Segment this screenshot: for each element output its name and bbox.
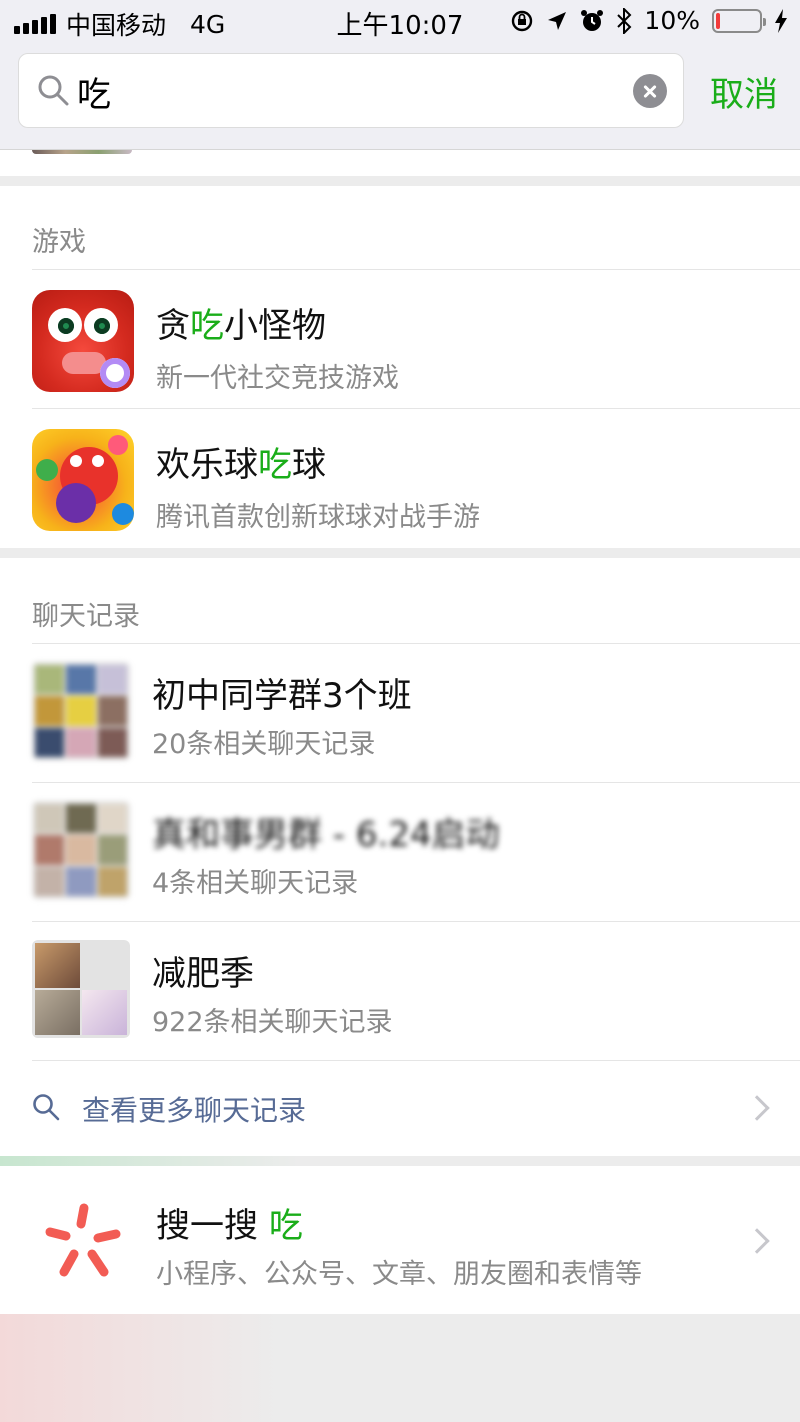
section-separator (0, 1156, 300, 1166)
chat-title: 初中同学群3个班 (152, 676, 412, 716)
rotation-lock-icon (512, 10, 533, 31)
keyboard-area-blur (0, 1314, 800, 1422)
sousou-entry[interactable]: 搜一搜 吃 小程序、公众号、文章、朋友圈和表情等 (0, 1166, 800, 1314)
battery-percent: 10% (644, 6, 700, 35)
chat-item[interactable]: 真和事男群 - 6.24启动 4条相关聊天记录 (0, 783, 800, 921)
game-title: 贪吃小怪物 (156, 306, 326, 346)
game-desc: 新一代社交竞技游戏 (156, 363, 399, 394)
section-title-games: 游戏 (32, 227, 86, 258)
game-icon-ball (32, 429, 134, 531)
group-avatar (32, 801, 130, 899)
chat-title: 真和事男群 - 6.24启动 (152, 815, 500, 855)
chat-item[interactable]: 减肥季 922条相关聊天记录 (0, 922, 800, 1060)
sousou-text: 搜一搜 吃 小程序、公众号、文章、朋友圈和表情等 (0, 1166, 800, 1314)
game-desc: 腾讯首款创新球球对战手游 (156, 502, 480, 533)
search-icon (38, 75, 69, 106)
battery-icon (712, 8, 766, 33)
more-chats-link[interactable]: 查看更多聊天记录 (0, 1061, 800, 1156)
chat-title: 减肥季 (152, 954, 254, 994)
game-icon-monster (32, 290, 134, 392)
more-chats-label: 查看更多聊天记录 (82, 1094, 307, 1127)
cancel-button[interactable]: 取消 (710, 67, 778, 116)
games-section: 游戏 贪吃小怪物 新一代社交竞技游戏 欢乐球吃球 腾讯首款创新球球对战手游 (0, 186, 800, 548)
search-bar[interactable] (18, 53, 684, 128)
chat-desc: 922条相关聊天记录 (152, 1007, 393, 1038)
search-header: 中国移动 4G 上午10:07 10% 取消 (0, 0, 800, 150)
status-bar: 中国移动 4G 上午10:07 10% (0, 0, 800, 44)
chat-item[interactable]: 初中同学群3个班 20条相关聊天记录 (0, 644, 800, 782)
charging-icon (775, 8, 787, 33)
bluetooth-icon (617, 7, 632, 34)
sousou-title: 搜一搜 吃 (156, 1206, 303, 1246)
game-item[interactable]: 欢乐球吃球 腾讯首款创新球球对战手游 (0, 409, 800, 547)
game-title: 欢乐球吃球 (156, 445, 326, 485)
search-icon (33, 1094, 60, 1121)
group-avatar (32, 662, 130, 760)
chat-desc: 4条相关聊天记录 (152, 868, 359, 899)
alarm-icon (581, 9, 604, 31)
clear-search-icon[interactable] (633, 74, 667, 108)
search-input[interactable] (77, 60, 627, 122)
location-icon (548, 11, 567, 30)
chevron-right-icon (744, 1095, 770, 1121)
sousou-desc: 小程序、公众号、文章、朋友圈和表情等 (156, 1259, 642, 1290)
group-avatar (32, 940, 130, 1038)
game-item[interactable]: 贪吃小怪物 新一代社交竞技游戏 (0, 270, 800, 408)
section-title-chats: 聊天记录 (32, 601, 140, 632)
chat-records-section: 聊天记录 初中同学群3个班 20条相关聊天记录 真和事男群 - 6.24启动 4… (0, 558, 800, 1156)
chat-desc: 20条相关聊天记录 (152, 729, 376, 760)
